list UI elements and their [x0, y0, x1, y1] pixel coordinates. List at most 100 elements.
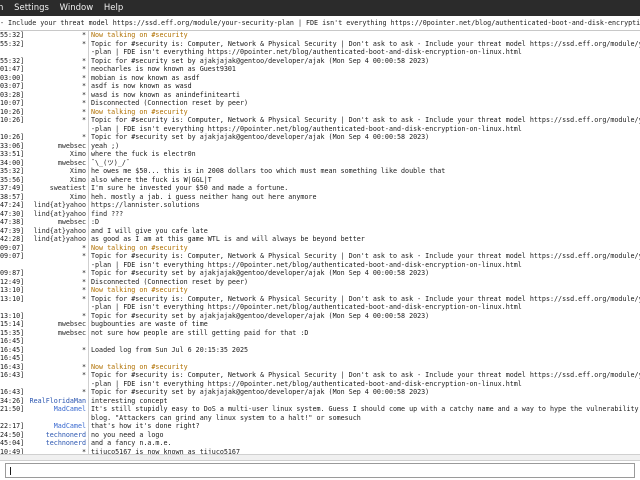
nick[interactable]: mwebsec — [0, 329, 86, 338]
nick[interactable]: Ximo — [0, 193, 86, 202]
message-text: Topic for #security is: Computer, Networ… — [91, 371, 640, 379]
message-text: -plan | FDE isn't everything https://0po… — [91, 303, 522, 311]
timestamp: 16:45] — [0, 337, 25, 345]
column-separator — [88, 379, 89, 388]
message-text: that's how it's done right? — [91, 422, 200, 430]
message-text: find ??? — [91, 209, 124, 218]
pane-splitter[interactable] — [0, 454, 640, 461]
system-marker: * — [81, 311, 86, 320]
chat-line-continuation: blog. "Attackers can grind any linux sys… — [0, 413, 640, 422]
message-text: where the fuck is electr0n — [91, 150, 196, 158]
column-separator — [88, 430, 89, 439]
message-text: Topic for #security set by ajakjajak@gen… — [91, 311, 430, 320]
nick[interactable]: lind{at}yahoo — [0, 201, 86, 210]
chat-line: 09:07] * Now talking on #security — [0, 243, 640, 252]
column-separator — [88, 48, 89, 57]
chat-line: 03:07] * asdf is now known as wasd — [0, 82, 640, 91]
column-separator — [88, 141, 89, 150]
chat-line: 47:30] lind{at}yahoo find ??? — [0, 209, 640, 219]
nick[interactable]: lind{at}yahoo — [0, 235, 86, 244]
message-text: no you need a logo — [91, 430, 164, 439]
nick[interactable]: technonerd — [0, 439, 86, 448]
nick[interactable]: lind{at}yahoo — [0, 210, 86, 219]
column-separator — [88, 294, 89, 303]
nick[interactable]: mwebsec — [0, 142, 86, 151]
message-text: -plan | FDE isn't everything https://0po… — [91, 379, 522, 388]
system-marker: * — [81, 133, 86, 141]
column-separator — [88, 192, 89, 201]
message-text: and a fancy n.a.m.e. — [91, 439, 172, 447]
nick[interactable]: Ximo — [0, 167, 86, 176]
nick[interactable]: RealFloridaMan — [0, 397, 86, 406]
column-separator — [88, 218, 89, 227]
column-separator — [88, 286, 89, 295]
column-separator — [88, 303, 89, 312]
message-text: I'm sure he invested your $50 and made a… — [91, 184, 289, 192]
menu-help[interactable]: Help — [104, 0, 123, 16]
chat-line-continuation: -plan | FDE isn't everything https://0po… — [0, 303, 640, 312]
system-marker: * — [81, 294, 86, 303]
chat-line: 47:39] lind{at}yahoo and I will give you c… — [0, 226, 640, 236]
menu-bar: n Settings Window Help — [0, 0, 640, 16]
column-separator — [88, 133, 89, 142]
nick[interactable]: mwebsec — [0, 159, 86, 168]
column-separator — [88, 31, 89, 40]
chat-line: 55:32] * Now talking on #security — [0, 31, 640, 40]
nick[interactable]: mwebsec — [0, 320, 86, 329]
message-text: interesting concept — [91, 396, 168, 405]
message-input[interactable] — [5, 463, 635, 478]
system-marker: * — [81, 56, 86, 65]
menu-window[interactable]: Window — [60, 0, 94, 16]
column-separator — [88, 354, 89, 363]
chat-line: 42:28] lind{at}yahoo as good as I am at th… — [0, 235, 640, 244]
column-separator — [88, 201, 89, 210]
chat-line: 13:10] * Now talking on #security — [0, 286, 640, 295]
column-separator — [88, 116, 89, 125]
system-marker: * — [81, 90, 86, 99]
column-separator — [88, 371, 89, 380]
message-text: Topic for #security is: Computer, Networ… — [91, 116, 640, 124]
nick[interactable]: Ximo — [0, 176, 86, 185]
message-text: Disconnected (Connection reset by peer) — [91, 99, 249, 107]
chat-line: 13:10] * Topic for #security set by ajakja… — [0, 311, 640, 320]
text-caret — [10, 467, 11, 475]
menu-server[interactable]: n — [0, 0, 3, 16]
system-marker: * — [81, 82, 86, 90]
message-text: :D — [91, 218, 100, 226]
message-text: he owes me $50... this is in 2008 dollar… — [91, 167, 446, 175]
system-marker: * — [81, 388, 86, 396]
chat-line: 55:32] * Topic for #security is: Computer,… — [0, 39, 640, 48]
message-text: It's still stupidly easy to DoS a multi-… — [91, 405, 640, 413]
channel-topic[interactable]: - Include your threat model https://ssd.… — [0, 16, 640, 31]
column-separator — [88, 158, 89, 167]
message-text: wasd is now known as anindefinitearti — [91, 90, 240, 99]
nick[interactable]: mwebsec — [0, 218, 86, 227]
system-marker: * — [81, 362, 86, 371]
message-text: blog. "Attackers can grind any linux sys… — [91, 413, 361, 422]
chat-log[interactable]: 55:32] * Now talking on #security 55:32] * To… — [0, 31, 640, 454]
system-marker: * — [81, 252, 86, 260]
message-text: also where the fuck is W|GGL|T — [91, 175, 212, 184]
nick[interactable]: sweatiest — [0, 184, 86, 193]
message-text: Topic for #security is: Computer, Networ… — [91, 39, 640, 48]
system-marker: * — [81, 286, 86, 294]
chat-line: 16:45] — [0, 354, 640, 363]
message-text: Now talking on #security — [91, 107, 188, 116]
column-separator — [88, 184, 89, 193]
nick[interactable]: MadCamel — [0, 422, 86, 431]
nick[interactable]: technonerd — [0, 431, 86, 440]
column-separator — [88, 269, 89, 278]
chat-line: 24:50] technonerd no you need a logo — [0, 430, 640, 440]
nick[interactable]: lind{at}yahoo — [0, 227, 86, 236]
chat-line: 21:50] MadCamel It's still stupidly easy t… — [0, 405, 640, 414]
column-separator — [88, 56, 89, 65]
nick[interactable]: Ximo — [0, 150, 86, 159]
column-separator — [88, 413, 89, 422]
message-text: neocharles is now known as Guest9301 — [91, 65, 236, 73]
chat-line: 09:07] * Topic for #security is: Computer,… — [0, 252, 640, 261]
message-text: -plan | FDE isn't everything https://0po… — [91, 124, 522, 133]
message-text: as good as I am at this game WTL is and … — [91, 235, 365, 243]
column-separator — [88, 73, 89, 82]
nick[interactable]: MadCamel — [0, 405, 86, 414]
menu-settings[interactable]: Settings — [14, 0, 49, 16]
